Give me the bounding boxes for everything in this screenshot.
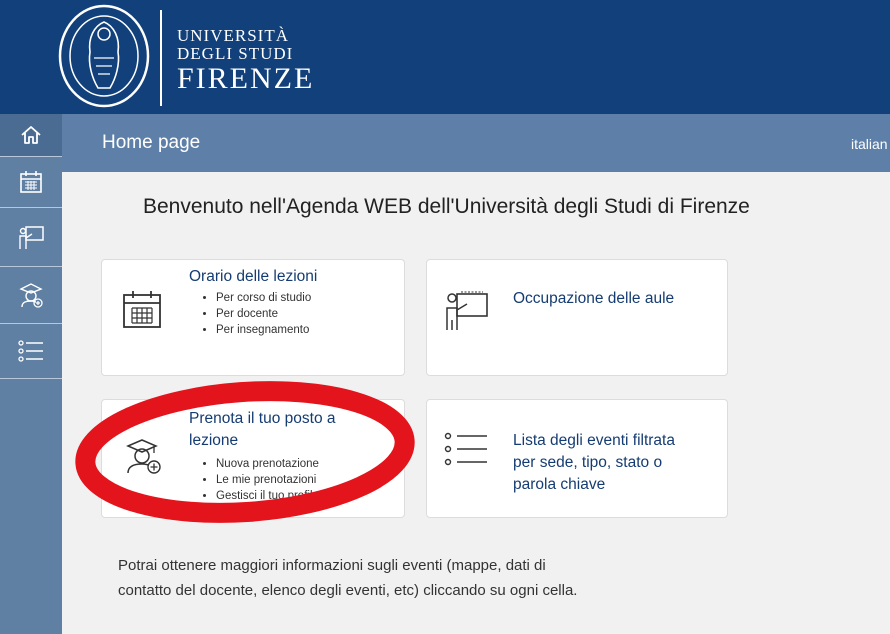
language-selector[interactable]: italian xyxy=(851,136,888,152)
page-title: Home page xyxy=(102,132,201,153)
sidebar xyxy=(0,114,62,634)
card-lista-eventi[interactable]: Lista degli eventi filtrata per sede, ti… xyxy=(426,399,728,518)
list-icon xyxy=(444,432,487,466)
card-title[interactable]: Lista degli eventi filtrata per sede, ti… xyxy=(513,430,675,496)
sidebar-item-calendar[interactable] xyxy=(0,157,62,208)
list-item[interactable]: Gestisci il tuo profilo xyxy=(216,488,319,504)
list-icon xyxy=(18,340,43,362)
card-title[interactable]: Prenota il tuo posto a lezione xyxy=(189,408,336,452)
info-text-line: contatto del docente, elenco degli event… xyxy=(118,582,578,599)
list-item[interactable]: Nuova prenotazione xyxy=(216,456,319,472)
card-prenota-posto[interactable]: Prenota il tuo posto a lezione Nuova pre… xyxy=(101,399,405,518)
info-text: Potrai ottenere maggiori informazioni su… xyxy=(118,553,577,603)
card-title-line: Lista degli eventi filtrata xyxy=(513,432,675,449)
card-title-line: parola chiave xyxy=(513,476,606,493)
student-add-icon xyxy=(126,439,161,474)
sidebar-item-events-list[interactable] xyxy=(0,324,62,379)
card-title-line: lezione xyxy=(189,432,239,449)
card-option-list: Per corso di studio Per docente Per inse… xyxy=(202,290,311,338)
logo-line-1[interactable]: UNIVERSITÀ xyxy=(177,26,289,46)
card-title[interactable]: Orario delle lezioni xyxy=(189,266,317,288)
list-item[interactable]: Per docente xyxy=(216,306,311,322)
info-text-line: Potrai ottenere maggiori informazioni su… xyxy=(118,557,546,574)
sidebar-item-home[interactable] xyxy=(0,114,62,157)
card-option-list: Nuova prenotazione Le mie prenotazioni G… xyxy=(202,456,319,504)
list-item[interactable]: Per insegnamento xyxy=(216,322,311,338)
card-title[interactable]: Occupazione delle aule xyxy=(513,288,674,310)
teacher-board-icon xyxy=(19,226,44,249)
card-title-line: Prenota il tuo posto a xyxy=(189,410,336,427)
welcome-heading: Benvenuto nell'Agenda WEB dell'Universit… xyxy=(143,195,750,218)
home-icon xyxy=(21,126,41,144)
list-item[interactable]: Per corso di studio xyxy=(216,290,311,306)
calendar-icon xyxy=(20,171,42,193)
university-seal-icon[interactable] xyxy=(58,4,150,108)
student-add-icon xyxy=(19,283,43,308)
header-divider xyxy=(160,10,162,106)
card-occupazione-aule[interactable]: Occupazione delle aule xyxy=(426,259,728,376)
calendar-icon xyxy=(123,291,161,328)
logo-line-3[interactable]: FIRENZE xyxy=(177,62,314,96)
card-title-line: per sede, tipo, stato o xyxy=(513,454,663,471)
card-orario-lezioni[interactable]: Orario delle lezioni Per corso di studio… xyxy=(101,259,405,376)
sidebar-item-booking[interactable] xyxy=(0,267,62,324)
list-item[interactable]: Le mie prenotazioni xyxy=(216,472,319,488)
teacher-board-icon xyxy=(446,291,488,330)
sidebar-item-classrooms[interactable] xyxy=(0,208,62,267)
logo-line-2[interactable]: DEGLI STUDI xyxy=(177,44,293,64)
